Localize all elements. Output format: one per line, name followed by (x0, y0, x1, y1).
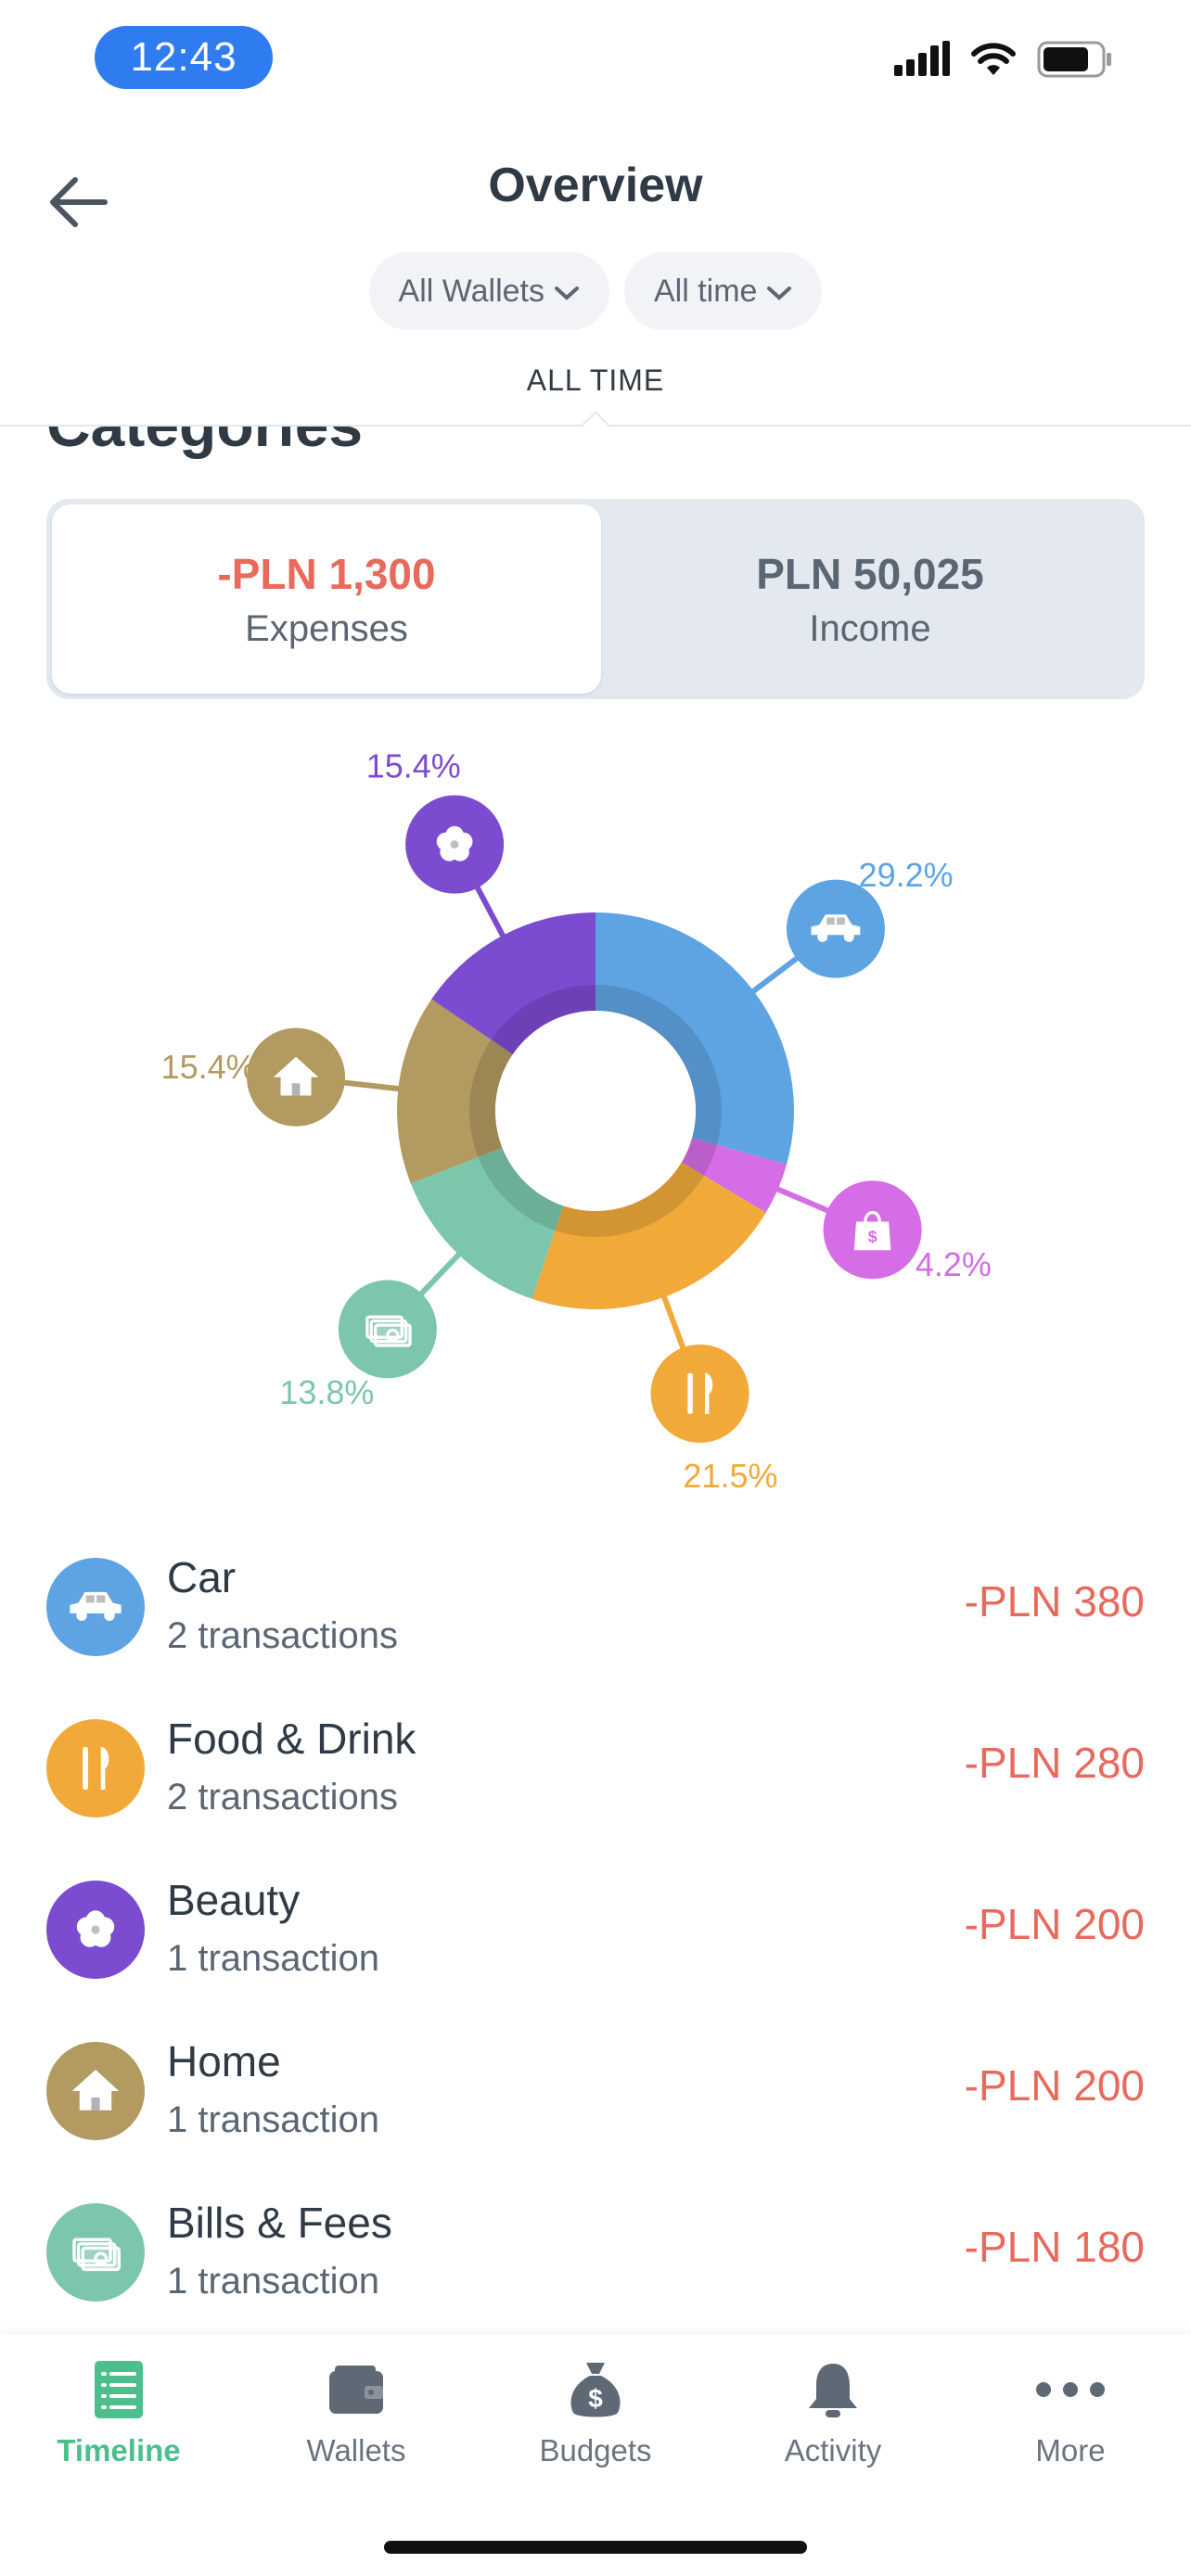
tab-wallets[interactable]: Wallets (237, 2359, 475, 2480)
expenses-tab[interactable]: -PLN 1,300 Expenses (52, 504, 601, 694)
svg-text:$: $ (868, 1227, 877, 1245)
tab-timeline[interactable]: Timeline (0, 2359, 237, 2480)
flower-icon (46, 1881, 145, 1979)
header: Overview All Wallets All time ALL TIME (0, 121, 1191, 442)
time-filter-label: All time (653, 273, 758, 309)
category-list: Car 2 transactions -PLN 380 Food & Drink 2 t… (0, 1530, 1191, 2337)
car-icon[interactable] (786, 879, 885, 978)
wallet-icon (329, 2359, 383, 2420)
category-name: Home (167, 2037, 281, 2085)
category-amount: -PLN 200 (964, 2061, 1145, 2110)
battery-icon (1037, 41, 1113, 83)
percent-label: 15.4% (366, 747, 461, 785)
income-tab[interactable]: PLN 50,025 Income (601, 504, 1139, 694)
money-bag-icon: $ (568, 2359, 623, 2420)
income-total: PLN 50,025 (756, 549, 984, 598)
signal-icon (894, 41, 950, 83)
fork-knife-icon[interactable] (650, 1344, 749, 1443)
time-filter-dropdown[interactable]: All time (623, 252, 823, 330)
cash-icon (46, 2203, 145, 2302)
expense-income-toggle: -PLN 1,300 Expenses PLN 50,025 Income (46, 499, 1145, 699)
category-row[interactable]: Bills & Fees 1 transaction -PLN 180 (0, 2175, 1191, 2337)
category-name: Bills & Fees (167, 2199, 392, 2247)
expenses-total: -PLN 1,300 (217, 549, 436, 598)
fork-knife-icon (46, 1719, 145, 1817)
category-amount: -PLN 380 (964, 1577, 1145, 1626)
period-indicator (580, 411, 611, 442)
percent-label: 13.8% (279, 1373, 374, 1411)
tab-label: Timeline (57, 2433, 181, 2468)
expenses-label: Expenses (245, 607, 408, 649)
category-name: Beauty (167, 1876, 301, 1924)
tab-more[interactable]: More (952, 2359, 1189, 2480)
status-time: 12:43 (95, 26, 273, 89)
donut-hole (495, 1011, 696, 1211)
house-icon (46, 2042, 145, 2140)
category-row[interactable]: Food & Drink 2 transactions -PLN 280 (0, 1691, 1191, 1853)
shopping-bag-icon[interactable]: $ (823, 1180, 922, 1280)
transaction-count: 2 transactions (167, 1777, 399, 1817)
transaction-count: 1 transaction (167, 2261, 380, 2302)
status-icons (894, 41, 1113, 83)
timeline-icon (95, 2359, 143, 2420)
transaction-count: 2 transactions (167, 1615, 399, 1656)
svg-text:$: $ (588, 2384, 603, 2413)
tab-label: More (1035, 2433, 1106, 2468)
transaction-count: 1 transaction (167, 2099, 380, 2140)
tab-activity[interactable]: Activity (714, 2359, 952, 2480)
category-donut-chart: 29.2% $4.2% 21.5% 13.8% 15.4% 15.4% (0, 723, 1191, 1521)
category-row[interactable]: Car 2 transactions -PLN 380 (0, 1530, 1191, 1691)
status-bar: 12:43 (0, 0, 1191, 121)
car-icon (46, 1558, 145, 1656)
more-dots-icon (1035, 2359, 1106, 2420)
tab-label: Budgets (539, 2433, 652, 2468)
transaction-count: 1 transaction (167, 1938, 380, 1979)
home-indicator (384, 2541, 807, 2554)
category-amount: -PLN 280 (964, 1739, 1145, 1787)
flower-icon[interactable] (405, 795, 505, 894)
cash-icon[interactable] (338, 1280, 437, 1379)
category-amount: -PLN 180 (964, 2223, 1145, 2271)
house-icon[interactable] (247, 1027, 346, 1127)
period-label: ALL TIME (526, 363, 665, 397)
percent-label: 15.4% (161, 1048, 256, 1086)
chevron-down-icon (554, 274, 580, 310)
category-row[interactable]: Home 1 transaction -PLN 200 (0, 2014, 1191, 2175)
page-title: Overview (488, 159, 703, 212)
percent-label: 4.2% (916, 1245, 992, 1283)
category-row[interactable]: Beauty 1 transaction -PLN 200 (0, 1853, 1191, 2014)
wallet-filter-label: All Wallets (398, 273, 544, 309)
tab-budgets[interactable]: $ Budgets (477, 2359, 714, 2480)
filters: All Wallets All time (0, 252, 1191, 330)
wallet-filter-dropdown[interactable]: All Wallets (368, 252, 609, 330)
percent-label: 29.2% (859, 856, 954, 894)
tab-label: Wallets (306, 2433, 406, 2468)
percent-label: 21.5% (683, 1457, 777, 1495)
tab-bar: Timeline Wallets $ Budgets Activity More (0, 2335, 1191, 2576)
category-amount: -PLN 200 (964, 1900, 1145, 1948)
tab-label: Activity (784, 2433, 882, 2468)
chevron-down-icon (766, 274, 792, 310)
wifi-icon (970, 42, 1017, 82)
category-name: Food & Drink (167, 1715, 416, 1763)
category-name: Car (167, 1553, 237, 1601)
income-label: Income (809, 607, 931, 649)
bell-icon (807, 2359, 859, 2420)
